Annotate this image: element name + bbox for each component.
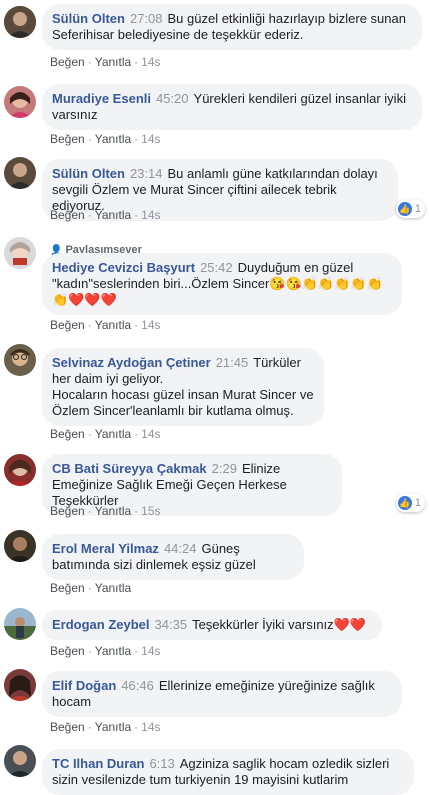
comment-age[interactable]: 15s bbox=[141, 504, 160, 518]
like-link[interactable]: Beğen bbox=[50, 427, 85, 441]
author-name[interactable]: Elif Doğan bbox=[52, 678, 116, 693]
avatar-photo bbox=[4, 608, 36, 640]
comment-text-line: Hocaların hocası güzel insan Murat Since… bbox=[52, 387, 314, 418]
comment-timestamp[interactable]: 44:24 bbox=[164, 541, 197, 556]
comment-bubble: Muradiye Esenli 45:20 Yürekleri kendileri … bbox=[42, 84, 422, 130]
comment-timestamp[interactable]: 6:13 bbox=[149, 756, 174, 771]
comment-actions: Beğen · Yanıtla · 14s bbox=[50, 55, 161, 69]
avatar-photo bbox=[4, 669, 36, 701]
comment-timestamp[interactable]: 25:42 bbox=[200, 260, 233, 275]
reply-link[interactable]: Yanıtla bbox=[95, 318, 131, 332]
comment-age[interactable]: 14s bbox=[141, 55, 160, 69]
reaction-count[interactable]: 👍 1 bbox=[395, 200, 425, 218]
comment-timestamp[interactable]: 46:46 bbox=[121, 678, 154, 693]
emoji-text: ❤️❤️ bbox=[333, 617, 367, 632]
comment-bubble: Elif Doğan 46:46 Ellerinize emeğinize yüre… bbox=[42, 671, 402, 717]
comment-age[interactable]: 14s bbox=[141, 208, 160, 222]
comment-bubble: Erdogan Zeybel 34:35 Teşekkürler İyiki var… bbox=[42, 610, 382, 640]
like-link[interactable]: Beğen bbox=[50, 318, 85, 332]
comment-timestamp[interactable]: 23:14 bbox=[130, 166, 163, 181]
reply-link[interactable]: Yanıtla bbox=[95, 427, 131, 441]
like-link[interactable]: Beğen bbox=[50, 644, 85, 658]
comment-actions: Beğen · Yanıtla · 14s bbox=[50, 132, 161, 146]
author-name[interactable]: Selvinaz Aydoğan Çetiner bbox=[52, 355, 211, 370]
reply-link[interactable]: Yanıtla bbox=[95, 644, 131, 658]
comment-actions: Beğen · Yanıtla · 14s bbox=[50, 644, 161, 658]
author-name[interactable]: Erdogan Zeybel bbox=[52, 617, 150, 632]
comment-bubble: Selvinaz Aydoğan Çetiner 21:45 Türküler he… bbox=[42, 348, 324, 426]
avatar-photo bbox=[4, 745, 36, 777]
avatar[interactable] bbox=[4, 157, 36, 189]
author-name[interactable]: TC Ilhan Duran bbox=[52, 756, 144, 771]
like-link[interactable]: Beğen bbox=[50, 504, 85, 518]
like-link[interactable]: Beğen bbox=[50, 720, 85, 734]
reply-link[interactable]: Yanıtla bbox=[95, 132, 131, 146]
comment-bubble: Hediye Cevizci Başyurt 25:42 Duyduğum en g… bbox=[42, 253, 402, 315]
author-name[interactable]: Hediye Cevizci Başyurt bbox=[52, 260, 195, 275]
reaction-count[interactable]: 👍 1 bbox=[395, 494, 425, 512]
comment-actions: Beğen · Yanıtla · 14s bbox=[50, 720, 161, 734]
avatar-photo bbox=[4, 86, 36, 118]
reply-link[interactable]: Yanıtla bbox=[95, 504, 131, 518]
comment-actions: Beğen · Yanıtla · 14s bbox=[50, 427, 161, 441]
comment-timestamp[interactable]: 21:45 bbox=[216, 355, 249, 370]
comment-bubble: Sülün Olten 27:08 Bu güzel etkinliği hazır… bbox=[42, 4, 422, 50]
comment-actions: Beğen · Yanıtla · 14s bbox=[50, 318, 161, 332]
avatar[interactable] bbox=[4, 669, 36, 701]
avatar[interactable] bbox=[4, 6, 36, 38]
reply-link[interactable]: Yanıtla bbox=[95, 208, 131, 222]
author-name[interactable]: Muradiye Esenli bbox=[52, 91, 151, 106]
avatar[interactable] bbox=[4, 86, 36, 118]
like-link[interactable]: Beğen bbox=[50, 581, 85, 595]
comment-actions: Beğen · Yanıtla · 15s bbox=[50, 504, 161, 518]
reply-link[interactable]: Yanıtla bbox=[95, 581, 131, 595]
like-link[interactable]: Beğen bbox=[50, 55, 85, 69]
comment-text: Teşekkürler İyiki varsınız bbox=[192, 617, 334, 632]
comment-timestamp[interactable]: 2:29 bbox=[212, 461, 237, 476]
avatar[interactable] bbox=[4, 608, 36, 640]
comment-age[interactable]: 14s bbox=[141, 318, 160, 332]
reply-link[interactable]: Yanıtla bbox=[95, 720, 131, 734]
avatar[interactable] bbox=[4, 237, 36, 269]
comment-actions: Beğen · Yanıtla · 14s bbox=[50, 208, 161, 222]
avatar[interactable] bbox=[4, 344, 36, 376]
author-name[interactable]: Sülün Olten bbox=[52, 11, 125, 26]
comment-timestamp[interactable]: 27:08 bbox=[130, 11, 163, 26]
author-name[interactable]: Sülün Olten bbox=[52, 166, 125, 181]
comment-bubble: Erol Meral Yilmaz 44:24 Güneş batımında si… bbox=[42, 534, 304, 580]
like-link[interactable]: Beğen bbox=[50, 132, 85, 146]
like-reaction-icon: 👍 bbox=[397, 496, 412, 510]
comment-actions: Beğen · Yanıtla bbox=[50, 581, 132, 595]
avatar[interactable] bbox=[4, 454, 36, 486]
avatar-photo bbox=[4, 6, 36, 38]
avatar[interactable] bbox=[4, 530, 36, 562]
avatar[interactable] bbox=[4, 745, 36, 777]
comment-age[interactable]: 14s bbox=[141, 720, 160, 734]
comment-age[interactable]: 14s bbox=[141, 132, 160, 146]
comment-age[interactable]: 14s bbox=[141, 427, 160, 441]
comment-timestamp[interactable]: 45:20 bbox=[156, 91, 189, 106]
avatar-photo bbox=[4, 157, 36, 189]
like-reaction-icon: 👍 bbox=[397, 202, 412, 216]
author-name[interactable]: CB Bati Süreyya Çakmak bbox=[52, 461, 207, 476]
like-link[interactable]: Beğen bbox=[50, 208, 85, 222]
comment-age[interactable]: 14s bbox=[141, 644, 160, 658]
avatar-photo bbox=[4, 237, 36, 269]
avatar-photo bbox=[4, 454, 36, 486]
avatar-photo bbox=[4, 530, 36, 562]
comment-timestamp[interactable]: 34:35 bbox=[155, 617, 188, 632]
author-name[interactable]: Erol Meral Yilmaz bbox=[52, 541, 159, 556]
avatar-photo bbox=[4, 344, 36, 376]
comment-bubble: TC Ilhan Duran 6:13 Agziniza saglik hocam … bbox=[42, 749, 414, 795]
reply-link[interactable]: Yanıtla bbox=[95, 55, 131, 69]
